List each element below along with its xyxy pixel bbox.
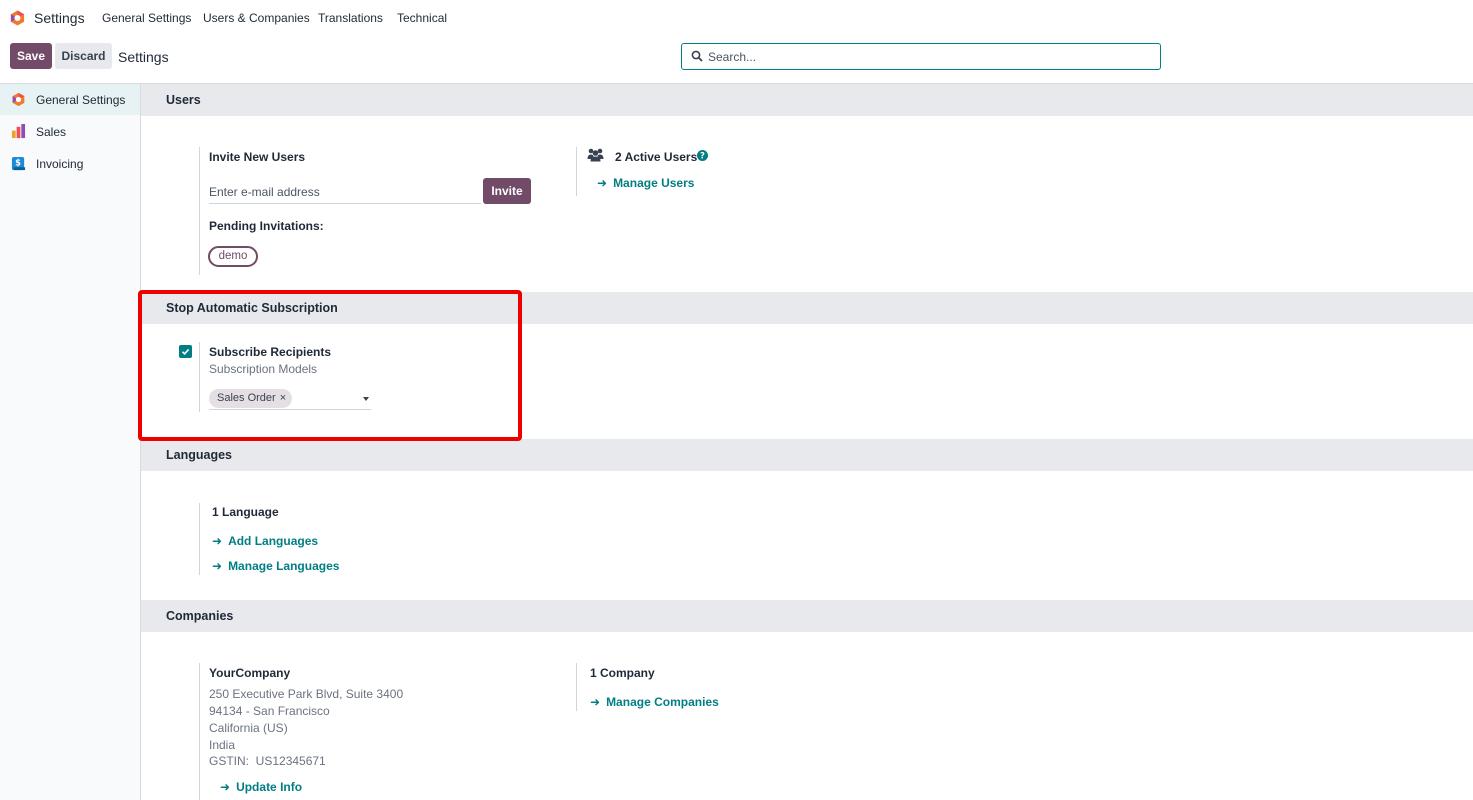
address-line: 94134 - San Francisco [209,704,330,718]
arrow-right-icon: ➜ [590,695,601,709]
active-users-count: 2 Active Users [615,150,698,164]
divider [199,503,200,575]
discard-button[interactable]: Discard [55,43,112,69]
settings-content: Users Invite New Users Invite Pending In… [141,84,1473,800]
invite-label: Invite New Users [209,150,306,164]
link-label: Manage Users [613,176,695,190]
divider [199,342,200,412]
menu-users-companies[interactable]: Users & Companies [203,11,310,25]
tag-sales-order: Sales Order × [209,389,293,408]
invoicing-app-icon: $ [11,156,26,171]
sidebar-item-general-settings[interactable]: General Settings [0,84,140,115]
manage-languages-link[interactable]: ➜ Manage Languages [212,559,339,573]
link-label: Update Info [236,780,303,794]
divider [199,663,200,800]
divider [576,663,577,711]
add-languages-link[interactable]: ➜ Add Languages [212,534,318,548]
menu-technical[interactable]: Technical [397,11,447,25]
invite-button[interactable]: Invite [483,178,531,204]
section-header-subscription: Stop Automatic Subscription [141,292,1473,324]
users-icon [587,148,604,162]
address-line: California (US) [209,721,288,735]
section-title: Users [166,93,201,107]
sidebar-item-invoicing[interactable]: $ Invoicing [0,148,140,179]
svg-text:?: ? [700,152,705,161]
save-button[interactable]: Save [10,43,52,69]
section-title: Companies [166,609,234,623]
address-line: 250 Executive Park Blvd, Suite 3400 [209,687,404,701]
arrow-right-icon: ➜ [597,176,608,190]
tag-label: Sales Order [217,392,276,404]
menu-general-settings[interactable]: General Settings [102,11,191,25]
settings-app-icon [12,92,25,107]
sales-app-icon [11,124,26,139]
help-icon[interactable]: ? [697,150,708,161]
pending-invitation-badge[interactable]: demo [208,246,258,267]
manage-companies-link[interactable]: ➜ Manage Companies [590,695,719,709]
language-count: 1 Language [212,505,279,519]
menu-translations[interactable]: Translations [318,11,383,25]
section-header-companies: Companies [141,600,1473,632]
section-title: Languages [166,448,232,462]
search-box[interactable] [681,43,1161,70]
arrow-right-icon: ➜ [220,780,231,794]
arrow-right-icon: ➜ [212,559,223,573]
link-label: Manage Companies [606,695,719,709]
sidebar-item-label: Sales [36,125,67,139]
section-header-users: Users [141,84,1473,116]
link-label: Add Languages [228,534,319,548]
checkmark-icon [181,348,190,355]
arrow-right-icon: ➜ [212,534,223,548]
update-info-link[interactable]: ➜ Update Info [220,780,302,794]
dropdown-caret-icon[interactable] [363,397,369,401]
gstin-line: GSTIN: US12345671 [209,754,326,768]
link-label: Manage Languages [228,559,340,573]
section-header-languages: Languages [141,439,1473,471]
divider [576,147,577,196]
manage-users-link[interactable]: ➜ Manage Users [597,176,694,190]
section-title: Stop Automatic Subscription [166,301,338,315]
sidebar-item-label: General Settings [36,93,126,107]
control-panel: Save Discard Settings [0,36,1473,84]
breadcrumb: Settings [118,49,169,65]
app-title[interactable]: Settings [34,10,85,26]
search-input[interactable] [708,48,1148,66]
subscribe-recipients-label: Subscribe Recipients [209,345,332,359]
top-navbar: Settings General Settings Users & Compan… [0,0,1473,36]
company-name: YourCompany [209,666,291,680]
company-count: 1 Company [590,666,655,680]
sidebar-item-label: Invoicing [36,157,84,171]
subscribe-recipients-checkbox[interactable] [179,345,192,358]
divider [199,147,200,275]
search-icon [691,50,703,62]
svg-text:$: $ [15,157,21,167]
address-line: India [209,738,236,752]
sidebar-item-sales[interactable]: Sales [0,116,140,147]
settings-sidebar: General Settings Sales $ Invoicing [0,84,141,800]
email-field[interactable] [209,180,481,204]
pending-invitations-label: Pending Invitations: [209,219,324,233]
subscription-models-label: Subscription Models [209,362,318,376]
subscription-models-field[interactable] [209,409,371,410]
remove-tag-icon[interactable]: × [280,392,286,404]
settings-app-icon[interactable] [9,9,26,27]
